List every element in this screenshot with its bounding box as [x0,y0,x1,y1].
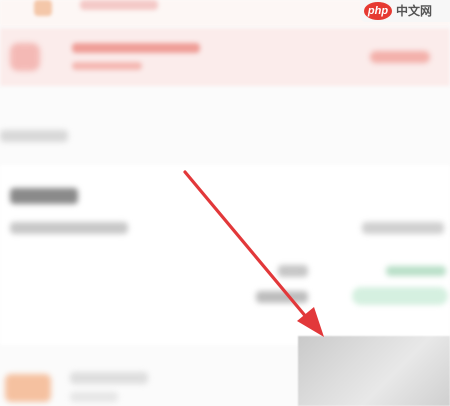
notice-icon [10,43,40,71]
section-heading [0,130,68,142]
order-card-title [10,188,78,204]
order-action-button[interactable] [352,287,448,305]
php-logo: php [364,2,392,20]
notice-banner-subtitle [72,62,142,70]
order-card-status [362,222,444,234]
screenshot-canvas: php 中文网 [0,0,450,406]
highlighted-region[interactable] [298,336,450,406]
app-icon[interactable] [34,0,52,16]
site-watermark: php 中文网 [360,0,450,22]
notice-banner-title [72,43,200,53]
order-amount-label [256,291,308,303]
top-bar-title [80,0,158,10]
product-thumbnail[interactable] [5,374,51,402]
order-detail-value [386,266,446,276]
notice-banner-action[interactable] [370,51,430,63]
list-item-title [70,372,148,384]
watermark-site-name: 中文网 [396,4,433,18]
order-card-subtitle [10,222,128,234]
order-detail-label [278,265,308,277]
list-item-subtitle [70,392,118,402]
